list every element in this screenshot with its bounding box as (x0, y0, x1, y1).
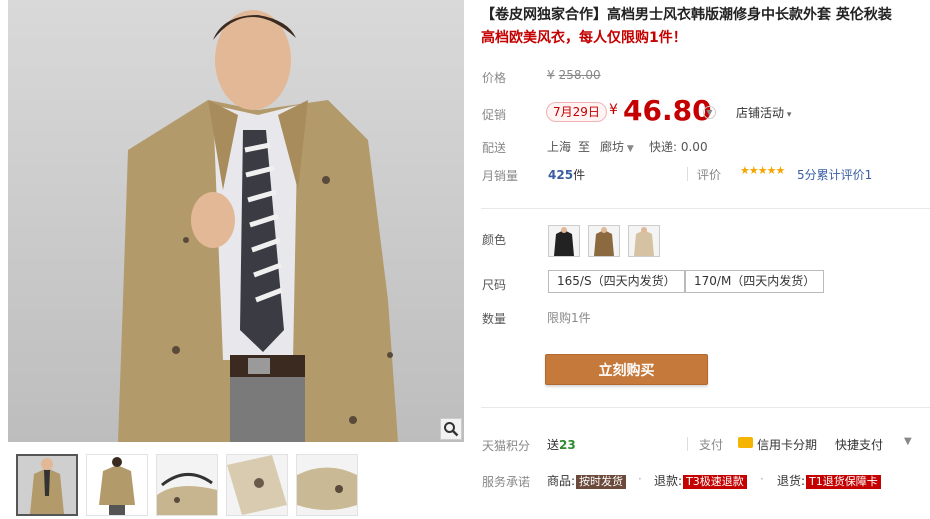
rating-stars: ★★★★★ (740, 164, 785, 177)
chevron-down-icon: ▾ (784, 110, 792, 120)
on-time-delivery-tag[interactable]: 按时发货 (576, 475, 627, 489)
points-value: 23 (559, 438, 576, 452)
thumbnail-back[interactable] (86, 454, 148, 516)
separator: · (638, 472, 642, 486)
divider (687, 167, 688, 181)
express-fee: 快递: 0.00 (649, 140, 708, 154)
size-option-s[interactable]: 165/S（四天内发货） (548, 270, 685, 293)
monthly-sales: 425件 (548, 166, 585, 183)
original-price-value: 258.00 (558, 68, 601, 82)
main-product-image[interactable] (8, 0, 464, 442)
original-price: ¥258.00 (547, 68, 601, 82)
shipping-label: 配送 (482, 141, 507, 155)
service-returns: 退货: T1退货保障卡 (777, 472, 881, 489)
returns-label: 退货: (777, 474, 806, 488)
review-count-link[interactable]: 5分累计评价1 (797, 166, 872, 183)
model-photo (118, 10, 398, 442)
quick-pay[interactable]: 快捷支付 (835, 436, 883, 453)
currency-symbol: ¥ (547, 68, 555, 82)
color-label: 颜色 (482, 233, 507, 247)
points-prefix: 送 (547, 438, 560, 452)
price-label: 价格 (482, 71, 507, 85)
credit-card-icon (738, 437, 753, 448)
chevron-down-icon[interactable]: ▼ (904, 436, 912, 447)
product-title: 【卷皮网独家合作】高档男士风衣韩版潮修身中长款外套 英伦秋装 (481, 7, 892, 23)
promo-price: 46.80 (623, 94, 712, 127)
product-page: 【卷皮网独家合作】高档男士风衣韩版潮修身中长款外套 英伦秋装 高档欧美风衣，每人… (0, 0, 930, 519)
service-refund: 退款: T3极速退款 (654, 472, 747, 489)
ship-from: 上海 (547, 140, 572, 154)
zoom-icon[interactable] (440, 418, 462, 440)
separator: · (760, 472, 764, 486)
tmall-points: 送23 (547, 436, 576, 453)
promo-label: 促销 (482, 108, 507, 122)
service-label: 服务承诺 (482, 475, 531, 489)
quantity-limit: 限购1件 (547, 311, 591, 325)
tmall-points-label: 天猫积分 (482, 439, 531, 453)
service-goods: 商品: 按时发货 (547, 472, 627, 489)
monthly-sales-label: 月销量 (482, 169, 519, 183)
goods-label: 商品: (547, 474, 576, 488)
promo-date-badge: 7月29日 (546, 102, 607, 122)
ship-to-city: 廊坊 (600, 140, 625, 154)
divider (687, 437, 688, 451)
buy-now-button[interactable]: 立刻购买 (545, 354, 708, 385)
payment-label: 支付 (699, 438, 724, 452)
shop-activity-dropdown[interactable]: 店铺活动 ▾ (736, 104, 791, 121)
shop-activity-label: 店铺活动 (736, 106, 785, 120)
refund-label: 退款: (654, 474, 683, 488)
thumbnail-collar-detail[interactable] (156, 454, 218, 516)
sales-count: 425 (548, 168, 574, 182)
review-label: 评价 (697, 168, 722, 182)
ship-to-word: 至 (578, 140, 591, 154)
color-option-beige[interactable] (628, 225, 660, 257)
color-option-khaki[interactable] (588, 225, 620, 257)
return-guarantee-tag[interactable]: T1退货保障卡 (806, 475, 881, 489)
size-option-m[interactable]: 170/M（四天内发货） (685, 270, 825, 293)
credit-card-installment[interactable]: 信用卡分期 (757, 436, 817, 453)
promo-currency: ¥ (609, 102, 618, 118)
color-option-black[interactable] (548, 225, 580, 257)
divider (481, 407, 930, 408)
chevron-down-icon: ▼ (624, 144, 634, 154)
thumbnail-strip (16, 454, 358, 516)
divider (481, 208, 930, 209)
size-label: 尺码 (482, 278, 507, 292)
quantity-label: 数量 (482, 312, 507, 326)
thumbnail-sleeve-detail[interactable] (296, 454, 358, 516)
thumbnail-button-detail[interactable] (226, 454, 288, 516)
fast-refund-tag[interactable]: T3极速退款 (683, 475, 747, 489)
ship-to-dropdown[interactable]: 廊坊 ▼ (600, 138, 634, 155)
thumbnail-front[interactable] (16, 454, 78, 516)
sales-unit: 件 (573, 168, 586, 182)
product-subtitle: 高档欧美风衣，每人仅限购1件！ (481, 30, 687, 46)
chevron-down-icon[interactable]: ▼ (703, 106, 716, 119)
